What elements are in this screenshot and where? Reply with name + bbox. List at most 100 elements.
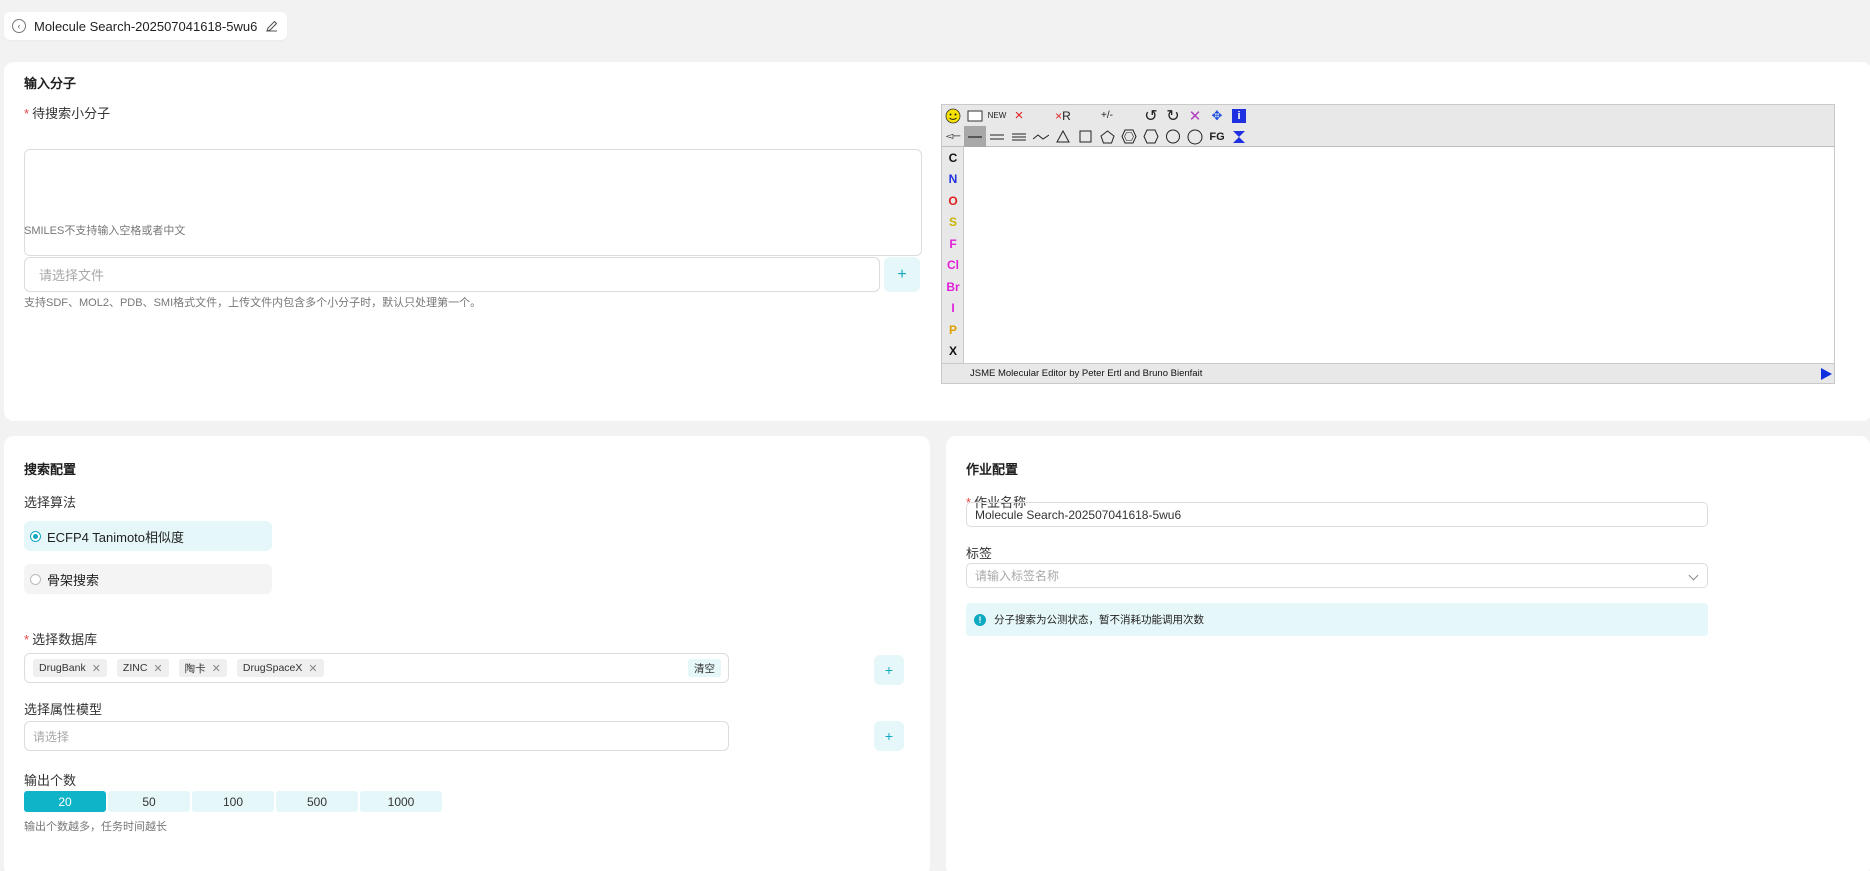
- redo-icon[interactable]: ↻: [1162, 105, 1184, 126]
- section-title-input: 输入分子: [24, 76, 77, 91]
- database-tag: 陶卡 ✕: [178, 659, 227, 677]
- chevron-down-icon: [1688, 570, 1699, 581]
- new-button[interactable]: NEW: [986, 105, 1008, 126]
- atom-n-button[interactable]: N: [942, 169, 964, 191]
- radio-scaffold-label: 骨架搜索: [47, 572, 100, 588]
- atom-o-button[interactable]: O: [942, 190, 964, 212]
- database-tag-label: DrugSpaceX: [242, 662, 303, 674]
- jsme-play-icon[interactable]: [1821, 368, 1832, 380]
- charge-icon[interactable]: +/-: [1096, 105, 1118, 126]
- upload-file-button[interactable]: +: [884, 257, 920, 292]
- input-molecule-card: 输入分子 * 待搜索小分子 SMILES不支持输入空格或者中文 请选择文件 + 支…: [4, 62, 1870, 421]
- smiley-icon[interactable]: [942, 105, 964, 126]
- add-database-button[interactable]: +: [874, 655, 904, 685]
- tag-close-icon[interactable]: ✕: [212, 662, 221, 675]
- octagon-ring-icon[interactable]: [1184, 126, 1206, 147]
- database-multiselect[interactable]: DrugBank ✕ ZINC ✕ 陶卡 ✕ DrugSpaceX ✕ 清空: [24, 653, 729, 683]
- output-count-label: 输出个数: [24, 773, 77, 788]
- database-tag: DrugSpaceX ✕: [236, 659, 324, 677]
- double-bond-icon[interactable]: [986, 126, 1008, 147]
- jsme-editor[interactable]: NEW × × R +/- ↺ ↻ ✕ ✥ i ◅─ FG C N O S F …: [941, 104, 1835, 384]
- add-model-button[interactable]: +: [874, 721, 904, 751]
- atom-i-button[interactable]: I: [942, 298, 964, 320]
- molecule-label: * 待搜索小分子: [24, 103, 110, 122]
- property-model-select[interactable]: 请选择: [24, 721, 729, 751]
- back-icon[interactable]: ‹: [12, 19, 26, 33]
- delete-r-icon[interactable]: × R: [1052, 105, 1074, 126]
- radio-unchecked-icon: [30, 573, 41, 585]
- stereo-bond-icon[interactable]: ◅─: [942, 126, 964, 147]
- pentagon-ring-icon[interactable]: [1096, 126, 1118, 147]
- molecule-label-text: 待搜索小分子: [32, 106, 111, 121]
- page-titlebar: ‹ Molecule Search-202507041618-5wu6: [4, 12, 288, 40]
- delete-x-icon[interactable]: ×: [1008, 105, 1030, 126]
- database-tag-label: 陶卡: [184, 662, 206, 675]
- atom-f-button[interactable]: F: [942, 233, 964, 255]
- atom-p-button[interactable]: P: [942, 319, 964, 341]
- undo-icon[interactable]: ↺: [1140, 105, 1162, 126]
- tag-close-icon[interactable]: ✕: [153, 662, 162, 675]
- benzene-ring-icon[interactable]: [1118, 126, 1140, 147]
- radio-scaffold[interactable]: 骨架搜索: [24, 564, 272, 594]
- clear-databases-button[interactable]: 清空: [688, 659, 721, 677]
- radio-ecfp4-label: ECFP4 Tanimoto相似度: [47, 529, 185, 545]
- tag-close-icon[interactable]: ✕: [92, 662, 101, 675]
- jsme-toolbar-row-1: NEW × × R +/- ↺ ↻ ✕ ✥ i: [942, 105, 1250, 126]
- triangle-ring-icon[interactable]: [1052, 126, 1074, 147]
- radio-checked-icon: [30, 530, 41, 542]
- blank-cell: [1074, 105, 1096, 126]
- jsme-atom-palette: C N O S F Cl Br I P X: [942, 147, 964, 364]
- smiles-hint: SMILES不支持输入空格或者中文: [24, 225, 186, 237]
- atom-s-button[interactable]: S: [942, 212, 964, 234]
- functional-group-button[interactable]: FG: [1206, 126, 1228, 147]
- triple-bond-icon[interactable]: [1008, 126, 1030, 147]
- chain-icon[interactable]: [1030, 126, 1052, 147]
- required-marker: *: [24, 632, 30, 647]
- blank-cell: [1118, 105, 1140, 126]
- atom-c-button[interactable]: C: [942, 147, 964, 169]
- output-count-option[interactable]: 50: [108, 791, 190, 812]
- info-icon: !: [974, 613, 986, 626]
- square-ring-icon[interactable]: [1074, 126, 1096, 147]
- move-icon[interactable]: ✥: [1206, 105, 1228, 126]
- file-select-input[interactable]: 请选择文件: [24, 257, 880, 292]
- database-tag-label: ZINC: [122, 662, 148, 674]
- database-label: * 选择数据库: [24, 629, 97, 648]
- file-hint: 支持SDF、MOL2、PDB、SMI格式文件，上传文件内包含多个小分子时，默认只…: [24, 297, 482, 309]
- database-tag: DrugBank ✕: [33, 659, 107, 677]
- jsme-toolbar: NEW × × R +/- ↺ ↻ ✕ ✥ i ◅─ FG: [942, 105, 1834, 147]
- jsme-toolbar-row-2: ◅─ FG: [942, 126, 1250, 147]
- jsme-footer: JSME Molecular Editor by Peter Ertl and …: [942, 363, 1834, 383]
- search-config-card: 搜索配置 选择算法 ECFP4 Tanimoto相似度 骨架搜索 * 选择数据库 …: [4, 436, 930, 871]
- atom-cl-button[interactable]: Cl: [942, 255, 964, 277]
- hexagon-ring-icon[interactable]: [1140, 126, 1162, 147]
- heptagon-ring-icon[interactable]: [1162, 126, 1184, 147]
- output-count-segmented: 20 50 100 500 1000: [24, 791, 442, 812]
- edit-icon[interactable]: [265, 19, 279, 33]
- output-count-option[interactable]: 500: [276, 791, 358, 812]
- tag-close-icon[interactable]: ✕: [308, 662, 317, 675]
- page-title: Molecule Search-202507041618-5wu6: [34, 18, 258, 34]
- beta-notice: ! 分子搜索为公测状态，暂不消耗功能调用次数: [966, 603, 1708, 636]
- algorithm-label: 选择算法: [24, 495, 77, 510]
- single-bond-icon[interactable]: [964, 126, 986, 147]
- select-rect-icon[interactable]: [964, 105, 986, 126]
- info-icon[interactable]: i: [1228, 105, 1250, 126]
- clear-icon[interactable]: ✕: [1184, 105, 1206, 126]
- tag-select[interactable]: 请输入标签名称: [966, 563, 1708, 588]
- output-count-option[interactable]: 100: [192, 791, 274, 812]
- property-model-label: 选择属性模型: [24, 702, 103, 717]
- smiles-textarea[interactable]: [24, 149, 922, 256]
- atom-br-button[interactable]: Br: [942, 276, 964, 298]
- output-count-option[interactable]: 1000: [360, 791, 442, 812]
- job-config-body-2: 标签 请输入标签名称 ! 分子搜索为公测状态，暂不消耗功能调用次数: [946, 436, 1870, 871]
- database-tag-label: DrugBank: [39, 662, 86, 674]
- database-label-text: 选择数据库: [32, 632, 98, 647]
- radio-ecfp4[interactable]: ECFP4 Tanimoto相似度: [24, 521, 272, 551]
- flip-icon[interactable]: [1228, 126, 1250, 147]
- blank-cell: [1030, 105, 1052, 126]
- output-count-option[interactable]: 20: [24, 791, 106, 812]
- database-tag: ZINC ✕: [116, 659, 169, 677]
- atom-x-button[interactable]: X: [942, 341, 964, 363]
- required-marker: *: [24, 106, 30, 121]
